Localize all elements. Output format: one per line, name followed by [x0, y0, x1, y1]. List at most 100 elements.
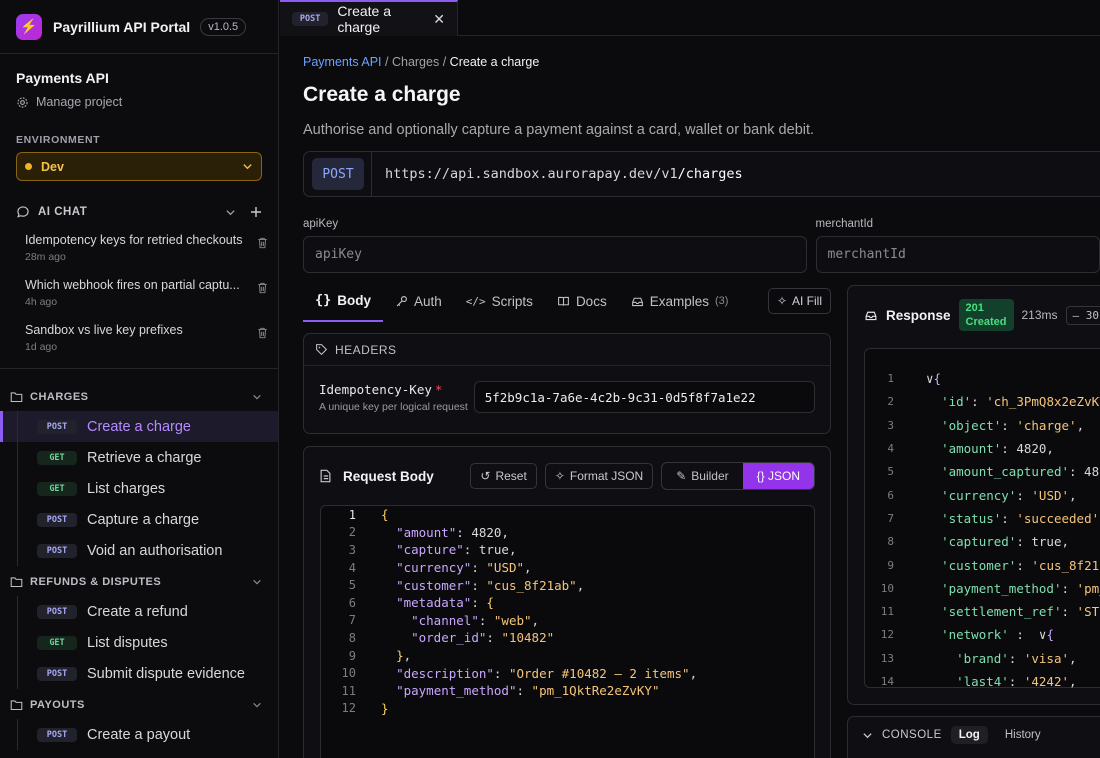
code-text: "channel": "web",: [411, 612, 540, 628]
chevron-down-icon[interactable]: [225, 207, 236, 218]
tab-body[interactable]: {} Body: [303, 280, 384, 322]
chevron-down-icon: [243, 164, 252, 170]
format-json-button[interactable]: ✧ Format JSON: [544, 463, 654, 489]
manage-project-link[interactable]: Manage project: [16, 95, 262, 109]
folder-icon: [10, 391, 23, 403]
chat-title: Idempotency keys for retried checkouts: [25, 233, 243, 247]
response-viewer[interactable]: 1 ∨{2 'id': 'ch_3PmQ8x2eZvKY 3 'object': '…: [864, 348, 1100, 689]
tab-auth[interactable]: Auth: [383, 280, 454, 322]
line-number: 4: [348, 560, 356, 575]
method-badge: POST: [37, 419, 77, 434]
code-text: "metadata": {: [396, 595, 494, 611]
breadcrumb-root[interactable]: Payments API: [303, 55, 382, 69]
line-number: 6: [348, 595, 356, 610]
chat-item[interactable]: Idempotency keys for retried checkouts 2…: [0, 233, 278, 263]
request-body-panel: Request Body ↺ Reset ✧ Format JSON ✎ Builde…: [303, 446, 831, 758]
line-number: 12: [341, 701, 356, 716]
endpoint-item[interactable]: POST Create a refund: [0, 596, 278, 627]
line-number: 7: [887, 511, 894, 525]
breadcrumb-current: Create a charge: [449, 55, 540, 69]
tab-label: Auth: [414, 293, 442, 309]
group-header[interactable]: CHARGES: [0, 383, 278, 411]
trash-icon[interactable]: [257, 282, 268, 294]
environment-select[interactable]: Dev: [16, 152, 262, 181]
chat-time: 4h ago: [25, 296, 58, 308]
chat-item[interactable]: Which webhook fires on partial captu... …: [0, 278, 278, 308]
chat-item[interactable]: Sandbox vs live key prefixes 1d ago: [0, 323, 278, 353]
book-icon: [558, 296, 569, 306]
code-line: 12}: [321, 700, 814, 718]
chevron-down-icon: [253, 579, 261, 585]
code-line: 10 "description": "Order #10482 — 2 item…: [321, 664, 814, 682]
method-badge: GET: [37, 481, 77, 496]
code-text: }: [381, 700, 389, 716]
code-text: 'customer': 'cus_8f21ab: [941, 557, 1100, 573]
trash-icon[interactable]: [257, 327, 268, 339]
response-line: 13 'brand': 'visa',: [865, 647, 1100, 670]
endpoint-label: Capture a charge: [87, 511, 200, 528]
environment-label: ENVIRONMENT: [16, 134, 101, 146]
apikey-input[interactable]: apiKey: [303, 236, 807, 273]
tab-examples[interactable]: Examples (3): [619, 280, 741, 322]
endpoint-item[interactable]: POST Submit dispute evidence: [0, 658, 278, 689]
page-description: Authorise and optionally capture a payme…: [303, 122, 815, 138]
trash-icon[interactable]: [257, 237, 268, 249]
chevron-down-icon[interactable]: [862, 730, 873, 741]
close-icon[interactable]: ✕: [433, 11, 445, 28]
tab-label: Body: [337, 292, 372, 308]
console-tab-log[interactable]: Log: [950, 726, 988, 744]
idempotency-key-input[interactable]: 5f2b9c1a-7a6e-4c2b-9c31-0d5f8f7a1e22: [473, 381, 815, 413]
code-text: 'last4': '4242',: [956, 674, 1077, 689]
endpoint-group: CHARGES POST Create a charge GET Retriev…: [0, 383, 278, 566]
code-line: 7 "channel": "web",: [321, 612, 814, 630]
header-key-desc: A unique key per logical request: [319, 400, 468, 413]
reset-button[interactable]: ↺ Reset: [470, 463, 537, 489]
tab-scripts[interactable]: </> Scripts: [454, 280, 545, 322]
apikey-field-group: apiKey apiKey: [303, 218, 807, 273]
ai-chat-label: AI CHAT: [38, 206, 88, 218]
http-method-select[interactable]: POST: [312, 158, 364, 190]
breadcrumb-section[interactable]: Charges: [392, 55, 439, 69]
required-marker: *: [434, 381, 443, 397]
response-time: 213ms: [1021, 308, 1058, 322]
tab-create-charge[interactable]: POST Create a charge ✕: [280, 0, 458, 36]
method-badge: POST: [37, 604, 77, 619]
tab-docs[interactable]: Docs: [545, 280, 619, 322]
file-icon: [320, 469, 331, 483]
examples-count: (3): [714, 295, 729, 307]
headers-header[interactable]: HEADERS: [304, 334, 830, 366]
ai-fill-button[interactable]: ✧ AI Fill: [767, 288, 831, 314]
endpoint-group: PAYOUTS POST Create a payout: [0, 691, 278, 750]
endpoint-item[interactable]: POST Create a charge: [0, 411, 278, 442]
code-text: "amount": 4820,: [396, 524, 509, 540]
endpoint-item[interactable]: GET List disputes: [0, 627, 278, 658]
json-toggle[interactable]: {} JSON: [742, 463, 814, 489]
code-text: 'object': 'charge',: [941, 417, 1085, 433]
group-header[interactable]: REFUNDS & DISPUTES: [0, 568, 278, 596]
endpoint-label: Create a payout: [87, 726, 191, 743]
builder-toggle[interactable]: ✎ Builder: [662, 463, 742, 489]
group-name: PAYOUTS: [30, 699, 85, 711]
header-key-name: Idempotency-Key *: [319, 382, 474, 397]
gear-icon: [17, 96, 28, 108]
endpoint-item[interactable]: GET Retrieve a charge: [0, 442, 278, 473]
json-editor[interactable]: 1{2 "amount": 4820, 3 "capture": true, 4 "…: [320, 505, 815, 758]
merchantid-input[interactable]: merchantId: [815, 236, 1100, 273]
endpoint-item[interactable]: GET List charges: [0, 473, 278, 504]
request-body-header: Request Body ↺ Reset ✧ Format JSON ✎ Builde…: [304, 447, 830, 505]
manage-project-label: Manage project: [36, 95, 123, 109]
endpoint-item[interactable]: POST Create a payout: [0, 719, 278, 750]
endpoint-item[interactable]: POST Void an authorisation: [0, 535, 278, 566]
code-text: "capture": true,: [396, 542, 517, 558]
endpoint-item[interactable]: POST Capture a charge: [0, 504, 278, 535]
endpoint-groups: CHARGES POST Create a charge GET Retriev…: [0, 383, 278, 750]
tag-icon: [316, 344, 328, 356]
console-tab-history[interactable]: History: [997, 726, 1049, 744]
url-input[interactable]: https://api.sandbox.aurorapay.dev/v1/cha…: [371, 152, 1100, 196]
plus-icon[interactable]: [250, 206, 262, 218]
status-code: 201: [965, 302, 984, 314]
apikey-label: apiKey: [303, 218, 339, 230]
group-header[interactable]: PAYOUTS: [0, 691, 278, 719]
code-line: 9 },: [321, 647, 814, 665]
code-text: "order_id": "10482": [411, 630, 555, 646]
